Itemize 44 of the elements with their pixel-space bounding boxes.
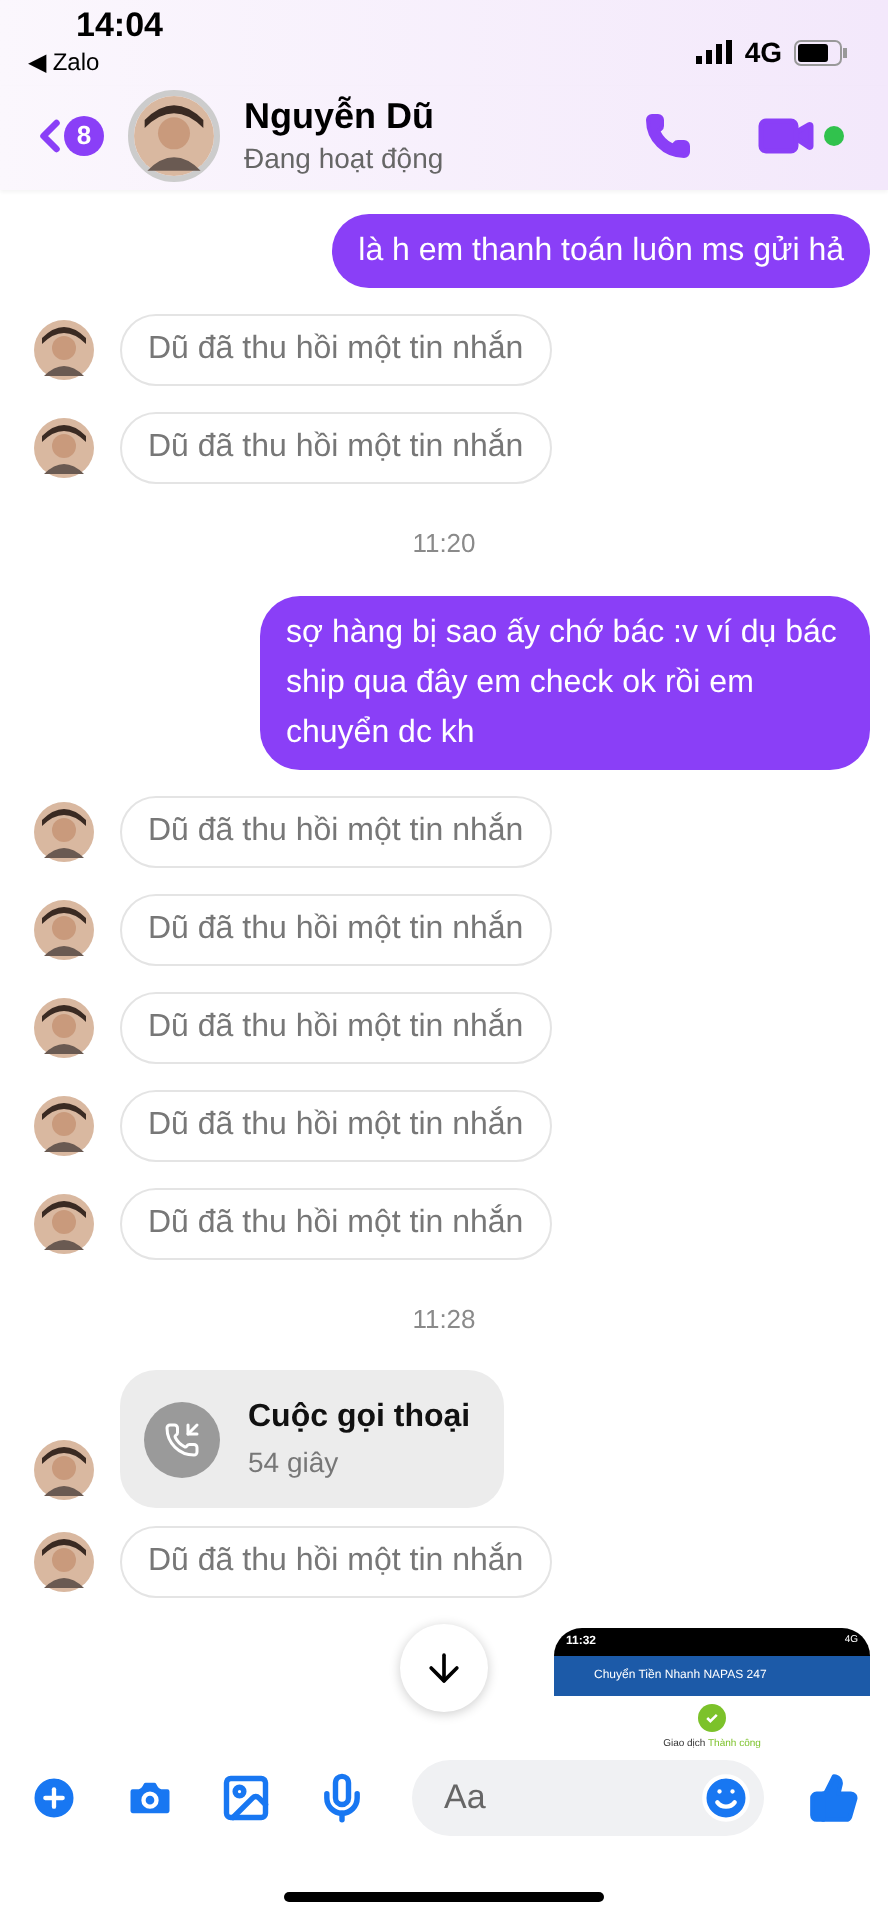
add-icon[interactable]	[28, 1772, 80, 1824]
battery-icon	[794, 39, 848, 65]
timestamp: 11:20	[412, 526, 476, 562]
signal-icon	[696, 40, 733, 64]
like-icon[interactable]	[808, 1772, 860, 1824]
recalled-message: Dũ đã thu hồi một tin nhắn	[120, 1187, 552, 1259]
call-card[interactable]: Cuộc gọi thoại 54 giây	[120, 1370, 504, 1508]
image-icon[interactable]	[220, 1772, 272, 1824]
avatar	[34, 1532, 94, 1592]
message-input[interactable]: Aa	[444, 1772, 700, 1824]
recalled-message: Dũ đã thu hồi một tin nhắn	[120, 991, 552, 1063]
avatar	[34, 1095, 94, 1155]
recalled-message: Dũ đã thu hồi một tin nhắn	[120, 1526, 552, 1598]
avatar	[34, 418, 94, 478]
call-duration: 54 giây	[248, 1444, 341, 1482]
call-title: Cuộc gọi thoại	[248, 1398, 471, 1438]
recalled-message: Dũ đã thu hồi một tin nhắn	[120, 412, 552, 484]
back-button[interactable]: 8	[24, 110, 104, 162]
avatar	[134, 96, 214, 176]
network-label: 4G	[744, 34, 782, 70]
timestamp: 11:28	[412, 1301, 476, 1337]
avatar	[34, 1440, 94, 1500]
unread-badge: 8	[64, 116, 104, 156]
back-to-app-link[interactable]: ◀ Zalo	[28, 44, 163, 80]
recalled-message: Dũ đã thu hồi một tin nhắn	[120, 1089, 552, 1161]
message-field[interactable]: Aa	[412, 1760, 764, 1836]
sent-message: là h em thanh toán luôn ms gửi hả	[332, 214, 870, 288]
recalled-message: Dũ đã thu hồi một tin nhắn	[120, 893, 552, 965]
avatar	[34, 801, 94, 861]
phone-icon[interactable]	[644, 112, 692, 160]
clock: 14:04	[76, 8, 163, 44]
contact-name: Nguyễn Dũ	[244, 93, 437, 137]
avatar	[34, 320, 94, 380]
avatar	[34, 899, 94, 959]
avatar	[34, 1193, 94, 1253]
success-check-icon	[698, 1704, 726, 1732]
recalled-message: Dũ đã thu hồi một tin nhắn	[120, 795, 552, 867]
incoming-call-icon	[144, 1401, 220, 1477]
avatar	[34, 997, 94, 1057]
emoji-icon[interactable]	[700, 1772, 752, 1824]
contact-status: Đang hoạt động	[244, 139, 446, 178]
sent-message: sợ hàng bị sao ấy chớ bác :v ví dụ bác ship qua đây em check ok rồi em chuyển dc kh	[260, 595, 870, 769]
recalled-message: Dũ đã thu hồi một tin nhắn	[120, 314, 552, 386]
scroll-down-button[interactable]	[400, 1624, 488, 1712]
